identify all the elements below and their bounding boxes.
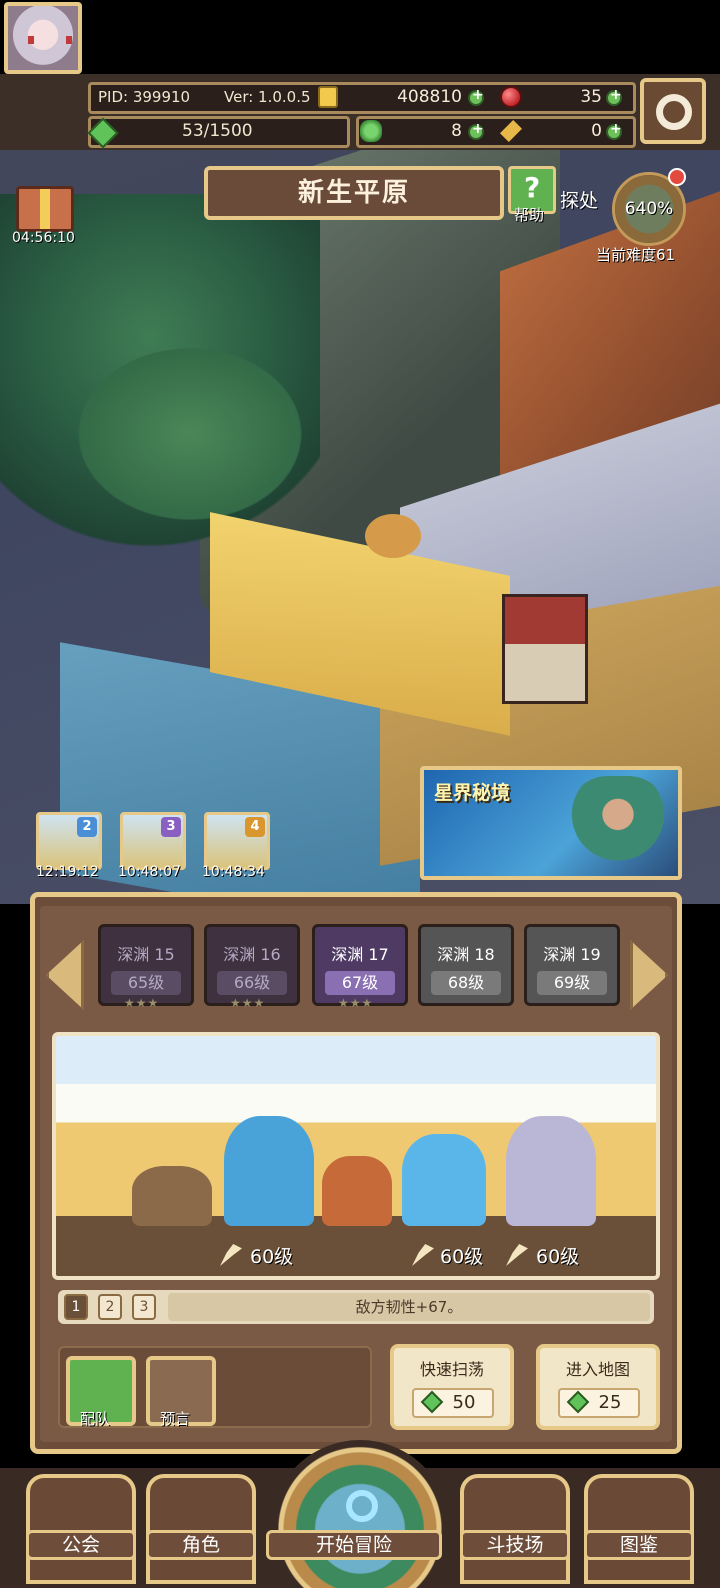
difficulty-percent: 640% [624, 199, 674, 219]
stage-card-18[interactable]: 深渊 18 68级 [418, 924, 514, 1006]
quest-slot-number: 3 [161, 817, 181, 837]
gold-icon [318, 86, 338, 108]
add-key-icon[interactable] [606, 121, 622, 140]
start-adventure-label: 开始冒险 [266, 1530, 442, 1560]
quick-sweep-label: 快速扫荡 [419, 1360, 484, 1379]
map-tree [365, 514, 421, 558]
stage-card-15[interactable]: 深渊 15 65级 [98, 924, 194, 1006]
add-gold-icon[interactable] [468, 87, 484, 106]
stage-level: 66级 [217, 971, 287, 995]
wave-tab-1[interactable]: 1 [64, 1294, 88, 1320]
enemy-level: 60级 [536, 1246, 580, 1268]
enemy-slime [402, 1134, 486, 1226]
stage-level: 68级 [431, 971, 501, 995]
quest-slot-number: 4 [245, 817, 265, 837]
quick-sweep-cost-value: 50 [452, 1392, 476, 1413]
add-clover-icon[interactable] [468, 121, 484, 140]
quest-slot-number: 2 [77, 817, 97, 837]
stage-level: 69级 [537, 971, 607, 995]
quest-slot[interactable]: 4 [204, 812, 270, 870]
enemy-level: 60级 [440, 1246, 484, 1268]
location-banner: 新生平原 [204, 166, 504, 220]
stage-name: 深渊 19 [543, 945, 601, 964]
enemy-snail [322, 1156, 392, 1226]
nav-codex-label: 图鉴 [584, 1530, 694, 1560]
clover-icon [360, 120, 382, 142]
stage-card-17[interactable]: 深渊 17 67级 [312, 924, 408, 1006]
map-house[interactable] [502, 594, 588, 704]
clover-amount: 8 [451, 121, 462, 141]
stage-card-19[interactable]: 深渊 19 69级 [524, 924, 620, 1006]
quick-sweep-cost: 50 [412, 1388, 494, 1418]
player-id: PID: 399910 [98, 88, 191, 106]
gift-box-icon[interactable] [16, 186, 74, 232]
quest-slot[interactable]: 3 [120, 812, 186, 870]
explore-label: 探处 [560, 190, 599, 212]
notification-dot-icon [668, 168, 686, 186]
enemy-knight [506, 1116, 596, 1226]
nav-guild-label: 公会 [26, 1530, 136, 1560]
stage-name: 深渊 17 [331, 945, 389, 964]
quest-slot[interactable]: 2 [36, 812, 102, 870]
help-label: 帮助 [514, 206, 545, 224]
prophecy-label: 预言 [160, 1410, 191, 1428]
wave-tab-3[interactable]: 3 [132, 1294, 156, 1320]
astral-character-portrait [568, 776, 668, 872]
nav-character-label: 角色 [146, 1530, 256, 1560]
enemy-barrel-beast [132, 1166, 212, 1226]
nav-guild-button[interactable] [26, 1474, 136, 1584]
stage-name: 深渊 15 [117, 945, 175, 964]
gift-timer: 04:56:10 [12, 230, 75, 246]
map-forest-trees [60, 334, 320, 534]
red-gem-amount: 35 [580, 87, 602, 107]
nav-arena-label: 斗技场 [460, 1530, 570, 1560]
magnifier-icon [346, 1490, 378, 1522]
enemy-level: 60级 [250, 1246, 294, 1268]
stage-level: 67级 [325, 971, 395, 995]
location-name: 新生平原 [297, 178, 410, 208]
stage-effect-text: 敌方韧性+67。 [168, 1293, 650, 1321]
nav-character-button[interactable] [146, 1474, 256, 1584]
stamina-icon [420, 1390, 444, 1414]
stage-level: 65级 [111, 971, 181, 995]
team-setup-label: 配队 [80, 1410, 111, 1428]
astral-realm-title: 星界秘境 [434, 782, 511, 804]
player-avatar[interactable] [4, 2, 82, 74]
key-amount: 0 [591, 121, 602, 141]
difficulty-label: 当前难度61 [596, 246, 676, 264]
nav-codex-button[interactable] [584, 1474, 694, 1584]
enemy-ice-maiden [224, 1116, 314, 1226]
stamina-icon [566, 1390, 590, 1414]
add-red-gem-icon[interactable] [606, 87, 622, 106]
stage-stars: ★★★ [230, 996, 266, 1010]
stage-name: 深渊 16 [223, 945, 281, 964]
enter-map-button[interactable]: 进入地图 25 [536, 1344, 660, 1430]
stamina-value: 53/1500 [182, 121, 253, 141]
quest-slot-timer: 12:19:12 [36, 864, 99, 880]
gold-amount: 408810 [397, 87, 462, 107]
nav-arena-button[interactable] [460, 1474, 570, 1584]
enter-map-cost: 25 [558, 1388, 640, 1418]
settings-gear-button[interactable] [640, 78, 706, 144]
quest-slot-timer: 10:48:07 [118, 864, 181, 880]
start-adventure-button[interactable] [270, 1440, 450, 1588]
enter-map-cost-value: 25 [598, 1392, 622, 1413]
status-bar [0, 0, 720, 74]
stage-stars: ★★★ [338, 996, 374, 1010]
red-gem-icon [500, 86, 522, 108]
stage-name: 深渊 18 [437, 945, 495, 964]
game-version: Ver: 1.0.0.5 [224, 88, 311, 106]
quest-slot-timer: 10:48:34 [202, 864, 265, 880]
stage-card-16[interactable]: 深渊 16 66级 [204, 924, 300, 1006]
stage-stars: ★★★ [124, 996, 160, 1010]
quick-sweep-button[interactable]: 快速扫荡 50 [390, 1344, 514, 1430]
wave-tab-2[interactable]: 2 [98, 1294, 122, 1320]
enter-map-label: 进入地图 [565, 1360, 630, 1379]
